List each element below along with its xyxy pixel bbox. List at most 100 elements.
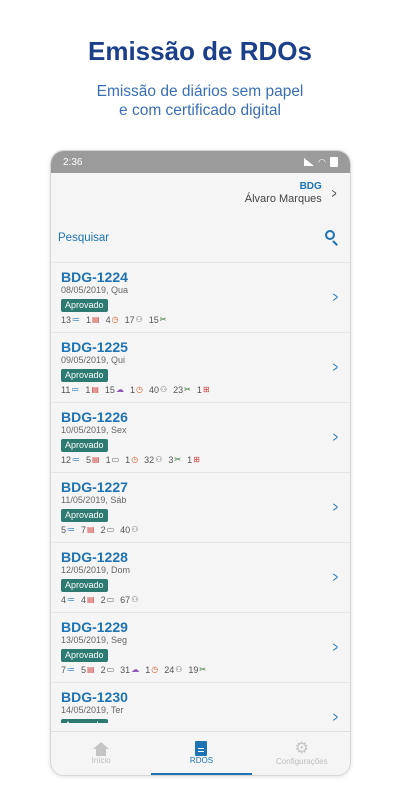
stat-people: 67 ⚇	[120, 594, 139, 605]
user-name: Álvaro Marques	[244, 192, 322, 205]
list-icon: ≔	[67, 595, 76, 604]
status-badge: Aprovado	[61, 579, 108, 592]
rdo-list-item[interactable]: BDG-1224 08/05/2019, Qua Aprovado 13 ≔ 1 ▤ 4…	[51, 263, 350, 333]
promo-title: Emissão de RDOs	[88, 36, 312, 66]
stat-comment: 1 ▭	[105, 454, 120, 465]
people-icon: ⚇	[159, 385, 168, 394]
tools-icon: ✂	[174, 455, 182, 464]
promo-subtitle-line-1: Emissão de diários sem papel	[96, 83, 304, 100]
stat-timer: 1 ◷	[145, 664, 159, 675]
nav-item-document[interactable]: RDOS	[151, 732, 252, 775]
search-bar[interactable]: Pesquisar	[51, 213, 350, 263]
stat-report: 1 ▤	[86, 314, 100, 325]
rdo-list-item[interactable]: BDG-1230 14/05/2019, Ter Aprovado 9≔5▤2▭…	[51, 683, 350, 723]
rdo-title: BDG-1226	[61, 409, 128, 425]
chevron-right-icon[interactable]: >	[331, 185, 336, 201]
rdo-date: 08/05/2019, Qua	[61, 285, 129, 295]
report-icon: ▤	[87, 525, 95, 534]
chevron-right-icon[interactable]: >	[333, 359, 338, 376]
battery-icon	[330, 157, 338, 167]
first-aid-icon: ⊞	[202, 385, 210, 394]
stat-report: 7 ▤	[81, 524, 95, 535]
comment-icon: ▭	[111, 455, 120, 464]
stat-list: 12 ≔	[61, 454, 81, 465]
rdo-stats: 5 ≔ 7 ▤ 2 ▭ 40 ⚇	[61, 524, 350, 535]
chevron-right-icon[interactable]: >	[333, 569, 338, 586]
wifi-icon: ◠	[318, 156, 326, 167]
rdo-list-item[interactable]: BDG-1228 12/05/2019, Dom Aprovado 4 ≔ 4 ▤ 2 ▭…	[51, 543, 350, 613]
chevron-right-icon[interactable]: >	[333, 709, 338, 723]
rdo-list-item[interactable]: BDG-1229 13/05/2019, Seg Aprovado 7 ≔ 5 ▤ 2 ▭…	[51, 613, 350, 683]
rdo-date: 13/05/2019, Seg	[61, 635, 128, 645]
stat-tools: 19 ✂	[188, 664, 207, 675]
nav-item-label: RDOS	[189, 755, 214, 765]
status-badge: Aprovado	[61, 509, 108, 522]
rdo-stats: 7 ≔ 5 ▤ 2 ▭ 31 ☁ 1 ◷ 24 ⚇ 19 ✂	[61, 664, 350, 675]
stat-list: 7 ≔	[61, 664, 76, 675]
stat-cloud: 31 ☁	[120, 664, 140, 675]
report-icon: ▤	[91, 385, 99, 394]
rdo-list-item[interactable]: BDG-1227 11/05/2019, Sáb Aprovado 5 ≔ 7 ▤ 2 ▭…	[51, 473, 350, 543]
chevron-right-icon[interactable]: >	[333, 429, 338, 446]
people-icon: ⚇	[175, 665, 183, 674]
bottom-navigation: Início RDOS ⚙ Configurações	[51, 731, 350, 775]
stat-people: 17 ⚇	[124, 314, 143, 325]
user-selector[interactable]: BDG Álvaro Marques >	[51, 173, 350, 213]
tools-icon: ✂	[159, 315, 167, 324]
rdo-title: BDG-1225	[61, 339, 128, 355]
search-input[interactable]: Pesquisar	[58, 232, 109, 244]
rdo-list-item[interactable]: BDG-1226 10/05/2019, Sex Aprovado 12 ≔ 5 ▤ 1…	[51, 403, 350, 473]
rdo-date: 11/05/2019, Sáb	[61, 495, 127, 505]
nav-item-gear[interactable]: ⚙ Configurações	[252, 732, 350, 775]
gear-icon: ⚙	[294, 740, 309, 757]
search-icon[interactable]	[325, 230, 340, 246]
timer-icon: ◷	[131, 455, 139, 464]
stat-list: 11 ≔	[61, 384, 80, 395]
stat-people: 40 ⚇	[120, 524, 139, 535]
report-icon: ▤	[87, 595, 95, 604]
nav-item-home[interactable]: Início	[51, 732, 151, 775]
chevron-right-icon[interactable]: >	[333, 499, 338, 516]
stat-report: 5 ▤	[81, 664, 95, 675]
nav-item-label: Início	[91, 756, 111, 765]
rdo-title: BDG-1227	[61, 479, 128, 495]
status-badge: Aprovado	[61, 649, 108, 662]
stat-people: 40 ⚇	[148, 384, 168, 395]
stat-tools: 3 ✂	[168, 454, 182, 465]
stat-timer: 1 ◷	[129, 384, 143, 395]
rdo-list-item[interactable]: BDG-1225 09/05/2019, Qui Aprovado 11 ≔ 1 ▤ 1…	[51, 333, 350, 403]
stat-comment: 2 ▭	[100, 524, 115, 535]
list-icon: ≔	[67, 525, 76, 534]
chevron-right-icon[interactable]: >	[333, 639, 338, 656]
cloud-icon: ☁	[115, 385, 124, 394]
stat-first-aid: 1 ⊞	[187, 454, 200, 465]
rdo-title: BDG-1229	[61, 619, 128, 635]
report-icon: ▤	[87, 665, 95, 674]
rdo-title: BDG-1224	[61, 269, 128, 285]
status-badge: Aprovado	[61, 369, 108, 382]
rdo-stats: 4 ≔ 4 ▤ 2 ▭ 67 ⚇	[61, 594, 350, 605]
timer-icon: ◷	[111, 315, 119, 324]
stat-report: 5 ▤	[86, 454, 100, 465]
chevron-right-icon[interactable]: >	[333, 289, 338, 306]
nav-item-label: Configurações	[276, 757, 328, 766]
list-icon: ≔	[72, 455, 81, 464]
rdo-date: 10/05/2019, Sex	[61, 425, 127, 435]
tools-icon: ✂	[184, 385, 191, 394]
status-bar: 2:36 ◠	[51, 151, 350, 173]
rdo-title: BDG-1230	[61, 689, 128, 705]
stat-first-aid: 1 ⊞	[196, 384, 210, 395]
list-icon: ≔	[71, 385, 80, 394]
comment-icon: ▭	[106, 665, 115, 674]
rdo-date: 12/05/2019, Dom	[61, 565, 131, 575]
people-icon: ⚇	[155, 455, 163, 464]
comment-icon: ▭	[106, 595, 115, 604]
people-icon: ⚇	[135, 315, 143, 324]
rdo-stats: 11 ≔ 1 ▤ 15 ☁ 1 ◷ 40 ⚇ 23 ✂ 1 ⊞	[61, 384, 350, 395]
first-aid-icon: ⊞	[193, 455, 200, 464]
timer-icon: ◷	[151, 665, 159, 674]
stat-people: 24 ⚇	[164, 664, 183, 675]
home-icon	[93, 742, 110, 756]
user-code: BDG	[299, 180, 322, 192]
rdo-stats: 12 ≔ 5 ▤ 1 ▭ 1 ◷ 32 ⚇ 3 ✂ 1 ⊞	[61, 454, 350, 465]
